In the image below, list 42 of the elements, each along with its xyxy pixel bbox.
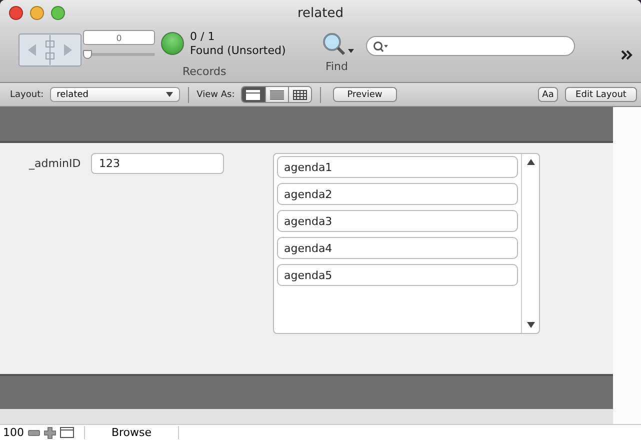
record-slider[interactable] (83, 50, 155, 61)
table-view-icon (292, 90, 307, 100)
preview-button[interactable]: Preview (332, 87, 397, 102)
overflow-chevron-icon[interactable] (621, 50, 633, 60)
form-view-icon (246, 90, 260, 100)
zoom-button[interactable] (51, 6, 65, 20)
portal-row-field[interactable]: agenda5 (277, 264, 518, 286)
admin-id-field[interactable]: 123 (91, 153, 224, 174)
portal-row-field[interactable]: agenda3 (277, 210, 518, 232)
scroll-down-icon[interactable] (526, 322, 534, 328)
record-number-field[interactable]: 0 (83, 30, 155, 45)
portal-row-field[interactable]: agenda2 (277, 183, 518, 205)
minimize-button[interactable] (30, 6, 44, 20)
search-field[interactable] (366, 36, 575, 56)
text-format-button[interactable]: Aa (538, 87, 558, 102)
window-title: related (298, 6, 344, 20)
status-area-icon[interactable] (60, 427, 74, 438)
find-label: Find (325, 60, 348, 73)
scroll-up-icon[interactable] (526, 159, 534, 165)
records-label: Records (182, 65, 226, 78)
field-label: _adminID (29, 157, 82, 170)
edit-layout-button[interactable]: Edit Layout (565, 87, 637, 102)
portal-row-field[interactable]: agenda1 (277, 156, 518, 178)
view-toggle[interactable] (242, 87, 265, 102)
view-toggle[interactable] (288, 87, 311, 102)
view-toggle[interactable] (264, 87, 288, 102)
search-icon (372, 40, 389, 52)
close-button[interactable] (9, 6, 23, 20)
found-status: Found (Unsorted) (190, 44, 286, 58)
mode-indicator[interactable]: Browse (84, 426, 179, 439)
zoom-in-icon[interactable] (44, 426, 56, 438)
view-as-control[interactable] (240, 86, 312, 103)
record-count: 0 / 1 (190, 30, 216, 44)
zoom-level[interactable]: 100 (0, 426, 24, 439)
portal-row-field[interactable]: agenda4 (277, 237, 518, 259)
layout-dropdown[interactable]: related (50, 87, 180, 102)
zoom-out-icon[interactable] (28, 428, 40, 436)
status-icon (161, 32, 184, 55)
caret-icon (166, 92, 173, 97)
layout-label: Layout: (10, 90, 44, 100)
view-as-label: View As: (196, 90, 235, 100)
list-view-icon (270, 90, 284, 100)
